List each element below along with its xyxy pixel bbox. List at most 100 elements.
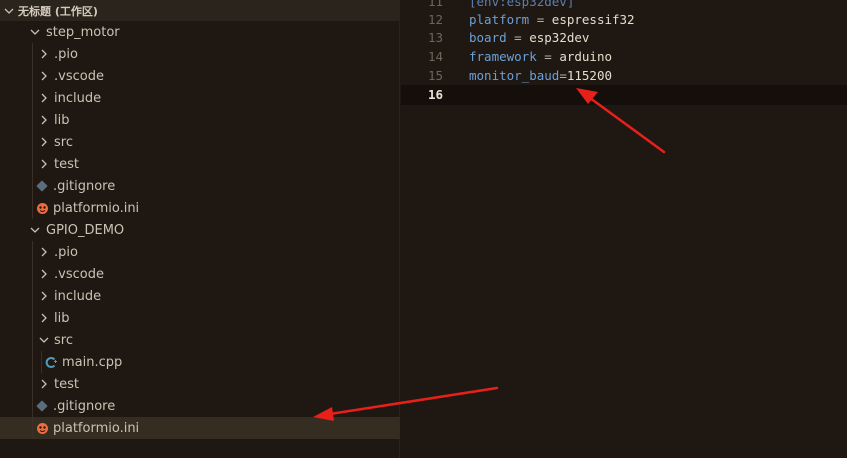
platformio-icon	[35, 201, 49, 215]
operator: =	[529, 12, 552, 28]
line-content: monitor_baud=115200	[469, 68, 612, 83]
indent-guide	[32, 307, 33, 329]
file-platformio-ini-selected[interactable]: platformio.ini	[0, 417, 400, 439]
config-value: 115200	[566, 68, 612, 84]
chevron-right-icon	[37, 377, 51, 391]
config-key: board	[469, 30, 507, 46]
folder-label: include	[54, 288, 102, 304]
chevron-right-icon	[37, 311, 51, 325]
line-number: 14	[427, 49, 443, 65]
folder-lib[interactable]: lib	[0, 307, 400, 329]
chevron-right-icon	[37, 47, 51, 61]
indent-guide	[32, 153, 33, 175]
line-content: platform = espressif32	[469, 12, 635, 27]
folder-label: .pio	[54, 244, 78, 260]
indent-guide	[32, 109, 33, 131]
indent-guide	[32, 263, 33, 285]
chevron-right-icon	[37, 267, 51, 281]
folder-label: lib	[54, 112, 70, 128]
line-number: 15	[427, 68, 443, 84]
indent-guide	[32, 131, 33, 153]
folder-label: src	[54, 332, 73, 348]
indent-guide	[32, 395, 33, 417]
line-content: framework = arduino	[469, 49, 612, 64]
folder-include[interactable]: include	[0, 87, 400, 109]
line-number: 16	[427, 87, 443, 103]
indent-guide	[32, 285, 33, 307]
section-header: [env:esp32dev]	[469, 0, 575, 10]
folder-label: GPIO_DEMO	[46, 222, 125, 238]
file-label: .gitignore	[53, 178, 116, 194]
operator: =	[559, 68, 567, 84]
file-label: .gitignore	[53, 398, 116, 414]
git-icon	[35, 179, 49, 193]
indent-guide	[32, 417, 33, 439]
folder-label: lib	[54, 310, 70, 326]
chevron-down-icon	[28, 223, 42, 237]
file-platformio-ini[interactable]: platformio.ini	[0, 197, 400, 219]
line-number: 11	[427, 0, 443, 10]
line-content: board = esp32dev	[469, 30, 589, 45]
operator: =	[536, 49, 560, 65]
file-label: main.cpp	[62, 354, 123, 370]
chevron-right-icon	[37, 245, 51, 259]
config-value: arduino	[559, 49, 612, 65]
indent-guide	[32, 241, 33, 263]
chevron-right-icon	[37, 91, 51, 105]
indent-guide	[32, 329, 33, 351]
file-label: platformio.ini	[53, 200, 140, 216]
config-key: framework	[469, 49, 537, 65]
folder-vscode[interactable]: .vscode	[0, 65, 400, 87]
line-content: [env:esp32dev]	[469, 0, 574, 9]
config-key: platform	[469, 12, 530, 28]
folder-label: .pio	[54, 46, 78, 62]
line-number: 13	[427, 30, 443, 46]
indent-guide	[41, 351, 42, 373]
file-gitignore[interactable]: .gitignore	[0, 175, 400, 197]
folder-vscode[interactable]: .vscode	[0, 263, 400, 285]
folder-src[interactable]: src	[0, 131, 400, 153]
indent-guide	[32, 373, 33, 395]
code-editor[interactable]: 11 [env:esp32dev] 12 platform = espressi…	[401, 0, 847, 458]
folder-include[interactable]: include	[0, 285, 400, 307]
folder-pio[interactable]: .pio	[0, 241, 400, 263]
chevron-right-icon	[37, 135, 51, 149]
chevron-down-icon	[28, 25, 42, 39]
folder-label: .vscode	[54, 68, 104, 84]
folder-src[interactable]: src	[0, 329, 400, 351]
file-label: platformio.ini	[53, 420, 140, 436]
chevron-right-icon	[37, 113, 51, 127]
folder-pio[interactable]: .pio	[0, 43, 400, 65]
folder-test[interactable]: test	[0, 153, 400, 175]
folder-test[interactable]: test	[0, 373, 400, 395]
chevron-down-icon	[2, 4, 16, 18]
workspace-title: 无标题 (工作区)	[18, 4, 98, 18]
code-line: 13 board = esp32dev	[401, 28, 847, 48]
current-line[interactable]: 16	[401, 85, 847, 105]
folder-label: step_motor	[46, 24, 120, 40]
platformio-icon	[35, 421, 49, 435]
config-value: esp32dev	[529, 30, 590, 46]
chevron-right-icon	[37, 69, 51, 83]
code-line: 12 platform = espressif32	[401, 10, 847, 30]
folder-label: .vscode	[54, 266, 104, 282]
chevron-right-icon	[37, 157, 51, 171]
cpp-file-icon	[44, 355, 58, 369]
folder-label: src	[54, 134, 73, 150]
file-gitignore[interactable]: .gitignore	[0, 395, 400, 417]
folder-label: test	[54, 156, 79, 172]
indent-guide	[32, 175, 33, 197]
folder-lib[interactable]: lib	[0, 109, 400, 131]
vscode-window: 无标题 (工作区) step_motor .pio .vscode includ…	[0, 0, 847, 458]
explorer-sidebar: 无标题 (工作区) step_motor .pio .vscode includ…	[0, 0, 400, 458]
workspace-header[interactable]: 无标题 (工作区)	[0, 0, 400, 21]
indent-guide	[32, 197, 33, 219]
folder-step-motor[interactable]: step_motor	[0, 21, 400, 43]
operator: =	[506, 30, 530, 46]
folder-label: test	[54, 376, 79, 392]
file-main-cpp[interactable]: main.cpp	[0, 351, 400, 373]
folder-gpio-demo[interactable]: GPIO_DEMO	[0, 219, 400, 241]
folder-label: include	[54, 90, 102, 106]
config-key: monitor_baud	[469, 68, 560, 84]
git-icon	[35, 399, 49, 413]
